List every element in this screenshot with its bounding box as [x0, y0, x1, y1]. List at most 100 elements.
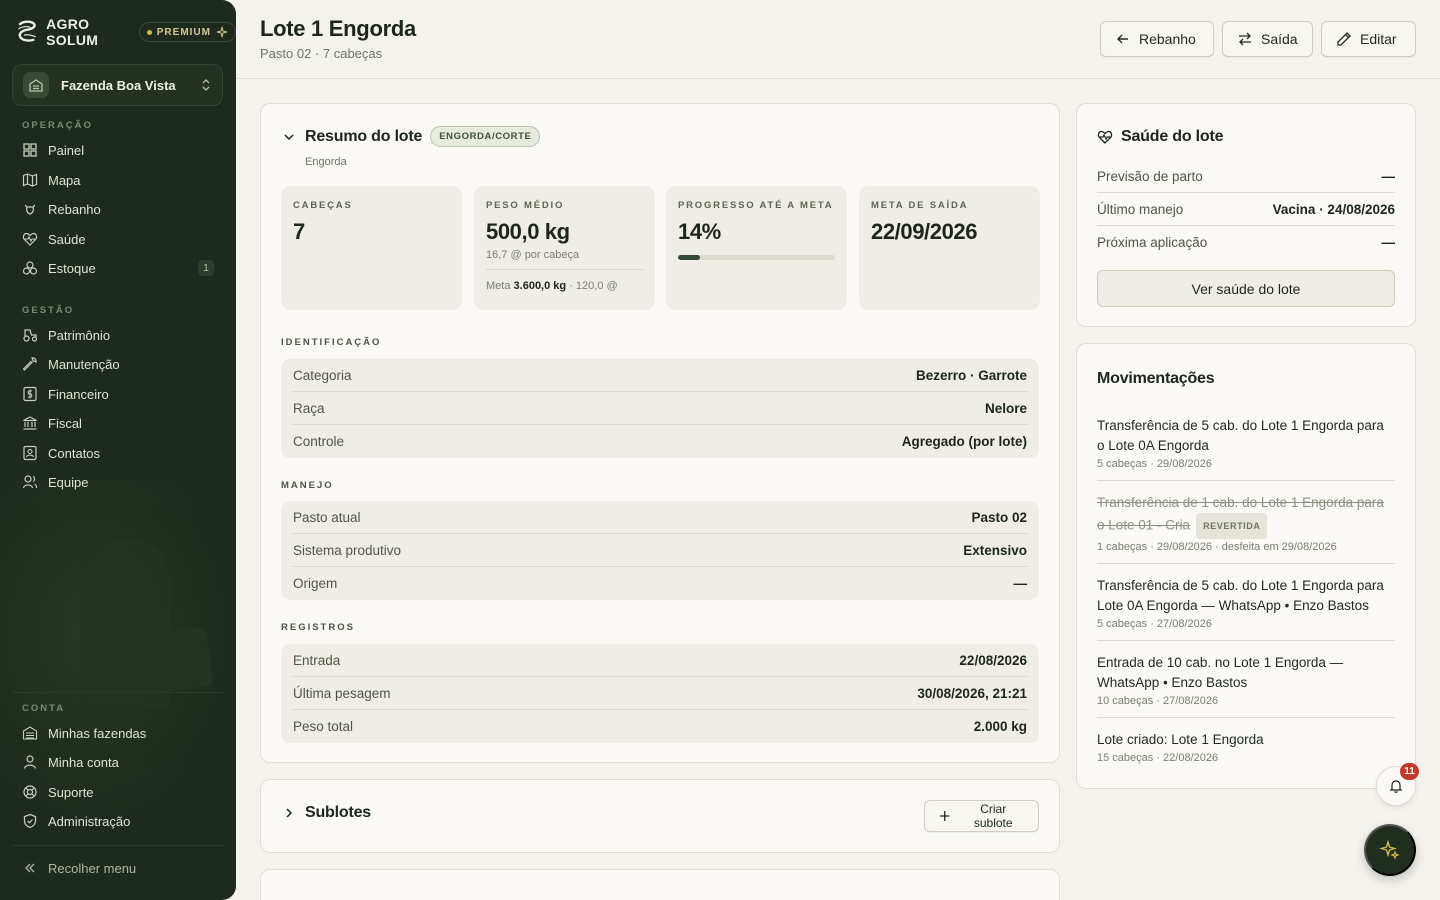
stat-cabecas: CABEÇAS 7	[281, 186, 462, 310]
kv-row: Origem —	[293, 567, 1027, 600]
movement-item[interactable]: Transferência de 1 cab. do Lote 1 Engord…	[1097, 481, 1395, 564]
movimentacoes-title: Movimentações	[1097, 370, 1215, 387]
agro-solum-logo-icon	[18, 20, 36, 42]
contacts-icon	[23, 445, 37, 461]
kv-row: Entrada 22/08/2026	[293, 644, 1027, 677]
brand-name: AGRO SOLUM	[46, 16, 99, 48]
movement-meta: 15 cabeças · 22/08/2026	[1097, 752, 1219, 764]
collapse-menu-button[interactable]: Recolher menu	[22, 856, 214, 880]
resumo-header[interactable]: Resumo do lote ENGORDA/CORTE	[281, 126, 541, 147]
meta-prefix: Meta	[486, 280, 511, 292]
sidebar-item-mapa[interactable]: Mapa	[22, 168, 214, 192]
sidebar-item-estoque[interactable]: Estoque 1	[22, 256, 214, 280]
movement-meta: 5 cabeças · 27/08/2026	[1097, 618, 1212, 630]
sidebar-item-saude[interactable]: Saúde	[22, 227, 214, 251]
sidebar-item-label: Financeiro	[48, 386, 109, 402]
kv-value: Pasto 02	[971, 509, 1027, 525]
sidebar-item-label: Equipe	[48, 474, 89, 490]
kv-value: Nelore	[984, 400, 1027, 416]
sidebar-item-label: Mapa	[48, 172, 81, 188]
kv-key: Entrada	[293, 652, 341, 668]
stat-label: META DE SAÍDA	[871, 200, 969, 211]
sidebar-item-label: Rebanho	[48, 201, 101, 217]
sidebar-item-label: Administração	[48, 813, 131, 829]
sidebar-item-painel[interactable]: Painel	[22, 138, 214, 162]
stat-label: PROGRESSO ATÉ A META	[678, 200, 834, 211]
stat-label: PESO MÉDIO	[486, 200, 565, 211]
tractor-icon	[23, 329, 38, 342]
sidebar-item-equipe[interactable]: Equipe	[22, 470, 214, 494]
kv-value: Vacina · 24/08/2026	[1272, 201, 1395, 217]
kv-value: 2.000 kg	[973, 719, 1027, 734]
kv-key: Peso total	[293, 719, 354, 734]
sidebar-item-suporte[interactable]: Suporte	[22, 780, 214, 804]
kv-value: —	[1013, 576, 1028, 591]
stat-value: 14%	[678, 219, 721, 244]
sidebar-item-label: Suporte	[48, 784, 94, 800]
edit-button[interactable]: Editar	[1321, 21, 1416, 57]
movement-item[interactable]: Transferência de 5 cab. do Lote 1 Engord…	[1097, 564, 1395, 641]
category-tag: ENGORDA/CORTE	[430, 126, 541, 147]
sparkles-icon	[216, 26, 228, 38]
movement-item[interactable]: Entrada de 10 cab. no Lote 1 Engorda — W…	[1097, 641, 1395, 718]
stat-value: 7	[293, 219, 305, 244]
page-subtitle: Pasto 02 · 7 cabeças	[260, 46, 383, 61]
sidebar-item-label: Fiscal	[48, 415, 82, 431]
sidebar-item-minha-conta[interactable]: Minha conta	[22, 750, 214, 774]
sparkles-icon	[1379, 839, 1400, 860]
stat-value: 500,0 kg	[486, 219, 570, 244]
warehouse-icon	[22, 726, 38, 740]
ai-assistant-button[interactable]	[1364, 824, 1416, 876]
registros-list: Entrada 22/08/2026 Última pesagem 30/08/20…	[281, 644, 1039, 743]
stat-progresso: PROGRESSO ATÉ A META 14%	[666, 186, 847, 310]
sidebar-divider	[12, 692, 224, 693]
kv-value: 22/08/2026	[959, 652, 1027, 668]
kv-value: Bezerro · Garrote	[915, 367, 1027, 383]
meta-arroba: · 120,0 @	[569, 280, 618, 292]
resumo-title: Resumo do lote	[305, 127, 423, 145]
movement-item[interactable]: Lote criado: Lote 1 Engorda 15 cabeças ·…	[1097, 718, 1395, 774]
sidebar-item-manutencao[interactable]: Manutenção	[22, 352, 214, 376]
brand[interactable]: AGRO SOLUM PREMIUM	[16, 16, 236, 48]
saida-button[interactable]: Saída	[1222, 21, 1313, 57]
sidebar-item-label: Manutenção	[48, 356, 120, 372]
movement-item[interactable]: Transferência de 5 cab. do Lote 1 Engord…	[1097, 404, 1395, 481]
health-row: Último manejo Vacina · 24/08/2026	[1097, 193, 1395, 226]
sidebar-item-contatos[interactable]: Contatos	[22, 441, 214, 465]
sidebar-item-label: Minhas fazendas	[48, 725, 147, 741]
sidebar-item-patrimonio[interactable]: Patrimônio	[22, 323, 214, 347]
sidebar-item-financeiro[interactable]: Financeiro	[22, 382, 214, 406]
farm-name: Fazenda Boa Vista	[61, 77, 176, 93]
premium-badge[interactable]: PREMIUM	[138, 22, 236, 42]
kv-key: Último manejo	[1097, 201, 1184, 217]
bell-icon	[1389, 780, 1403, 793]
health-row: Próxima aplicação —	[1097, 226, 1395, 259]
sublotes-title: Sublotes	[305, 804, 371, 821]
sidebar-item-minhas-fazendas[interactable]: Minhas fazendas	[22, 721, 214, 745]
farm-selector[interactable]: Fazenda Boa Vista	[12, 64, 223, 106]
movement-meta: 5 cabeças · 29/08/2026	[1097, 458, 1212, 470]
saida-button-label: Saída	[1261, 31, 1298, 47]
kv-row: Última pesagem 30/08/2026, 21:21	[293, 677, 1027, 710]
plus-icon	[939, 811, 950, 821]
rebanho-button[interactable]: Rebanho	[1100, 21, 1214, 57]
movement-meta: 10 cabeças · 27/08/2026	[1097, 695, 1219, 707]
create-sublote-button[interactable]: Criar sublote	[924, 800, 1039, 832]
sidebar-item-label: Minha conta	[48, 754, 119, 770]
farm-icon	[23, 72, 49, 98]
kv-value: Extensivo	[963, 542, 1027, 558]
sidebar-item-label: Painel	[48, 142, 85, 158]
view-health-button[interactable]: Ver saúde do lote	[1097, 270, 1395, 307]
sidebar-item-fiscal[interactable]: Fiscal	[22, 411, 214, 435]
saude-list: Previsão de parto — Último manejo Vacina ·…	[1097, 160, 1395, 259]
sidebar-item-rebanho[interactable]: Rebanho	[22, 197, 214, 221]
kv-key: Pasto atual	[293, 509, 361, 525]
sidebar-item-administracao[interactable]: Administração	[22, 809, 214, 833]
health-row: Previsão de parto —	[1097, 160, 1395, 193]
movement-meta: 1 cabeças · 29/08/2026 · desfeita em 29/…	[1097, 541, 1337, 553]
sublotes-header[interactable]: Sublotes	[281, 804, 371, 822]
sidebar-item-label: Patrimônio	[48, 327, 111, 343]
reverted-badge: REVERTIDA	[1196, 513, 1268, 539]
manejo-list: Pasto atual Pasto 02 Sistema produtivo Ext…	[281, 501, 1039, 600]
kv-key: Controle	[293, 434, 345, 449]
